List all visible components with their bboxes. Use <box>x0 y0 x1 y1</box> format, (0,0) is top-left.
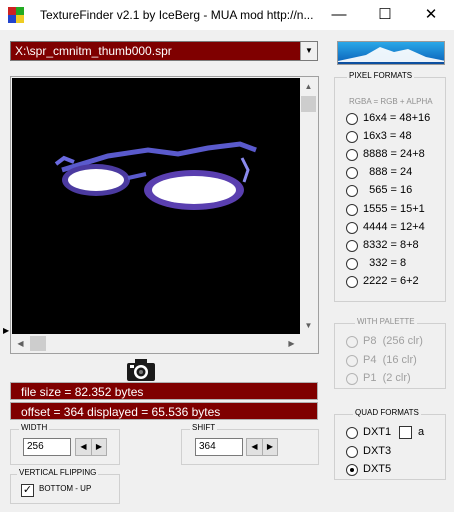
pixel-format-label-2: 8888 = 24+8 <box>363 148 425 161</box>
iceberg-logo-image <box>338 47 444 64</box>
iceberg-logo[interactable] <box>337 41 445 65</box>
width-group: WIDTH 256 ◀ ▶ <box>10 423 120 465</box>
window-title: TextureFinder v2.1 by IceBerg - MUA mod … <box>40 8 314 22</box>
dropdown-arrow-icon[interactable]: ▼ <box>300 42 317 60</box>
shift-group-label: SHIFT <box>190 423 218 432</box>
palette-radio-0 <box>346 336 358 348</box>
pixel-format-radio-5[interactable] <box>346 203 358 216</box>
width-input[interactable]: 256 <box>23 438 71 456</box>
alpha-checkbox[interactable] <box>399 426 412 439</box>
pixel-format-label-4: 565 = 16 <box>363 184 413 197</box>
palette-label-0: P8 (256 clr) <box>363 335 423 347</box>
shift-spinner[interactable]: ◀ ▶ <box>246 438 278 456</box>
maximize-button[interactable]: ☐ <box>362 0 408 30</box>
pixel-format-radio-1[interactable] <box>346 131 358 144</box>
vertical-flipping-label: VERTICAL FLIPPING <box>17 468 99 477</box>
vertical-scroll-thumb[interactable] <box>301 96 316 112</box>
vertical-flipping-group: VERTICAL FLIPPING ✓ BOTTOM - UP <box>10 468 120 504</box>
rgba-sublabel: RGBA = RGB + ALPHA <box>349 97 433 106</box>
texture-preview <box>12 78 300 334</box>
scroll-left-icon[interactable]: ◀ <box>12 335 29 352</box>
palette-label-1: P4 (16 clr) <box>363 353 417 366</box>
quad-format-label-0: DXT1 <box>363 426 392 438</box>
shift-increment-icon[interactable]: ▶ <box>262 439 277 455</box>
alpha-checkbox-label: a <box>418 426 425 438</box>
horizontal-scrollbar[interactable]: ◀ ▶ <box>12 335 300 352</box>
pixel-format-label-9: 2222 = 6+2 <box>363 274 419 287</box>
camera-icon[interactable] <box>126 356 156 382</box>
scroll-up-icon[interactable]: ▲ <box>300 78 317 95</box>
pixel-format-radio-6[interactable] <box>346 221 358 234</box>
pointer-arrow-icon: ▶ <box>3 326 10 335</box>
pixel-format-label-0: 16x4 = 48+16 <box>363 112 431 124</box>
width-increment-icon[interactable]: ▶ <box>91 439 106 455</box>
pixel-format-radio-9[interactable] <box>346 275 358 288</box>
quad-format-radio-1[interactable] <box>346 445 358 458</box>
shift-group: SHIFT 364 ◀ ▶ <box>181 423 319 465</box>
pixel-format-label-1: 16x3 = 48 <box>363 130 412 143</box>
bottom-up-checkbox[interactable]: ✓ <box>21 484 34 497</box>
palette-radio-2 <box>346 373 358 385</box>
pixel-format-label-3: 888 = 24 <box>363 166 413 179</box>
with-palette-label: WITH PALETTE <box>355 317 417 326</box>
offset-text: offset = 364 displayed = 65.536 bytes <box>21 405 221 419</box>
file-size-text: file size = 82.352 bytes <box>21 385 144 399</box>
width-group-label: WIDTH <box>19 423 50 432</box>
file-path-combobox[interactable]: X:\spr_cmnitm_thumb000.spr ▼ <box>10 41 318 61</box>
close-button[interactable]: ✕ <box>408 0 454 30</box>
pixel-format-label-6: 4444 = 12+4 <box>363 220 425 233</box>
quad-format-radio-2[interactable] <box>346 464 358 476</box>
pixel-format-radio-0[interactable] <box>346 113 358 125</box>
offset-bar: offset = 364 displayed = 65.536 bytes <box>10 402 318 420</box>
pixel-format-radio-7[interactable] <box>346 239 358 252</box>
width-decrement-icon[interactable]: ◀ <box>76 439 91 455</box>
pixel-format-radio-8[interactable] <box>346 257 358 270</box>
quad-formats-label: QUAD FORMATS <box>353 408 421 417</box>
scroll-right-icon[interactable]: ▶ <box>283 335 300 352</box>
width-spinner[interactable]: ◀ ▶ <box>75 438 107 456</box>
file-path-value: X:\spr_cmnitm_thumb000.spr <box>15 44 172 58</box>
shift-decrement-icon[interactable]: ◀ <box>247 439 262 455</box>
file-size-bar: file size = 82.352 bytes <box>10 382 318 400</box>
pixel-format-label-5: 1555 = 15+1 <box>363 202 425 215</box>
quad-format-label-2: DXT5 <box>363 463 392 475</box>
minimize-button[interactable]: — <box>316 0 362 30</box>
vertical-scrollbar[interactable]: ▲ ▼ <box>300 78 317 334</box>
pixel-formats-label: PIXEL FORMATS <box>347 71 415 80</box>
horizontal-scroll-thumb[interactable] <box>30 336 46 351</box>
pixel-format-label-7: 8332 = 8+8 <box>363 238 419 251</box>
palette-radio-1 <box>346 354 358 367</box>
quad-format-radio-0[interactable] <box>346 427 358 439</box>
bottom-up-label: BOTTOM - UP <box>39 484 92 493</box>
quad-format-label-1: DXT3 <box>363 444 392 457</box>
pixel-format-label-8: 332 = 8 <box>363 256 407 269</box>
app-icon <box>8 7 24 23</box>
scroll-down-icon[interactable]: ▼ <box>300 317 317 334</box>
shift-input[interactable]: 364 <box>195 438 243 456</box>
palette-label-2: P1 (2 clr) <box>363 372 411 384</box>
